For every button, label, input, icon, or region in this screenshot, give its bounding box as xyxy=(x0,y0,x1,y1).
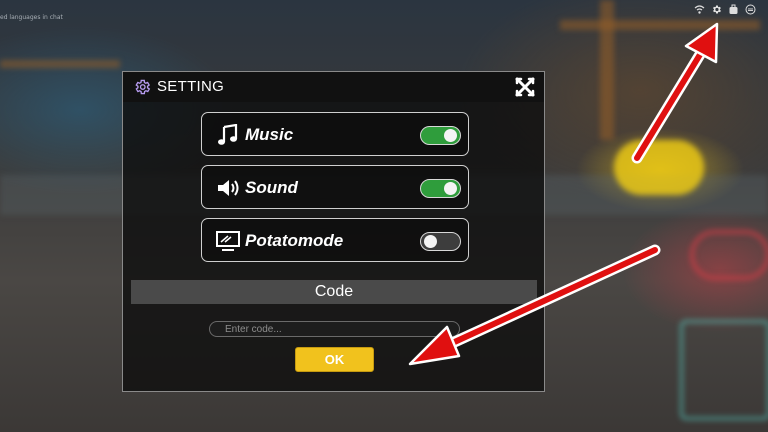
music-toggle[interactable] xyxy=(420,126,461,145)
scene-yellow-object xyxy=(614,140,704,195)
annotation-arrow-top xyxy=(631,22,719,164)
scene-pillar xyxy=(600,0,614,140)
close-icon[interactable] xyxy=(514,76,536,98)
option-label: Potatomode xyxy=(245,231,344,250)
chat-hint-text: ed languages in chat xyxy=(0,14,63,21)
backpack-icon[interactable] xyxy=(728,4,739,15)
monitor-icon xyxy=(216,231,240,251)
top-toolbar xyxy=(694,3,756,15)
code-section-header: Code xyxy=(131,280,537,304)
network-icon[interactable] xyxy=(694,4,705,15)
potatomode-toggle[interactable] xyxy=(420,232,461,251)
scene-red-ring xyxy=(690,230,768,280)
menu-icon[interactable] xyxy=(745,4,756,15)
option-potatomode: Potatomode xyxy=(201,218,469,262)
code-input[interactable] xyxy=(209,321,460,337)
toggle-knob xyxy=(424,234,437,248)
toggle-knob xyxy=(444,181,457,195)
option-label: Music xyxy=(245,125,294,144)
option-label: Sound xyxy=(245,178,298,197)
settings-dialog: SETTING Music Sound Potatomode Code Ente… xyxy=(122,71,545,392)
sound-toggle[interactable] xyxy=(420,179,461,198)
scene-beam xyxy=(560,20,760,30)
scene-neon xyxy=(680,320,768,420)
settings-gear-icon xyxy=(135,79,151,95)
toggle-knob xyxy=(444,128,457,142)
gear-icon[interactable] xyxy=(711,4,722,15)
ok-button[interactable]: OK xyxy=(295,347,374,372)
dialog-header: SETTING xyxy=(123,72,544,102)
option-sound: Sound xyxy=(201,165,469,209)
speaker-icon xyxy=(218,180,239,196)
option-music: Music xyxy=(201,112,469,156)
dialog-title: SETTING xyxy=(157,78,225,95)
music-note-icon xyxy=(218,124,238,145)
scene-beam xyxy=(0,60,120,68)
